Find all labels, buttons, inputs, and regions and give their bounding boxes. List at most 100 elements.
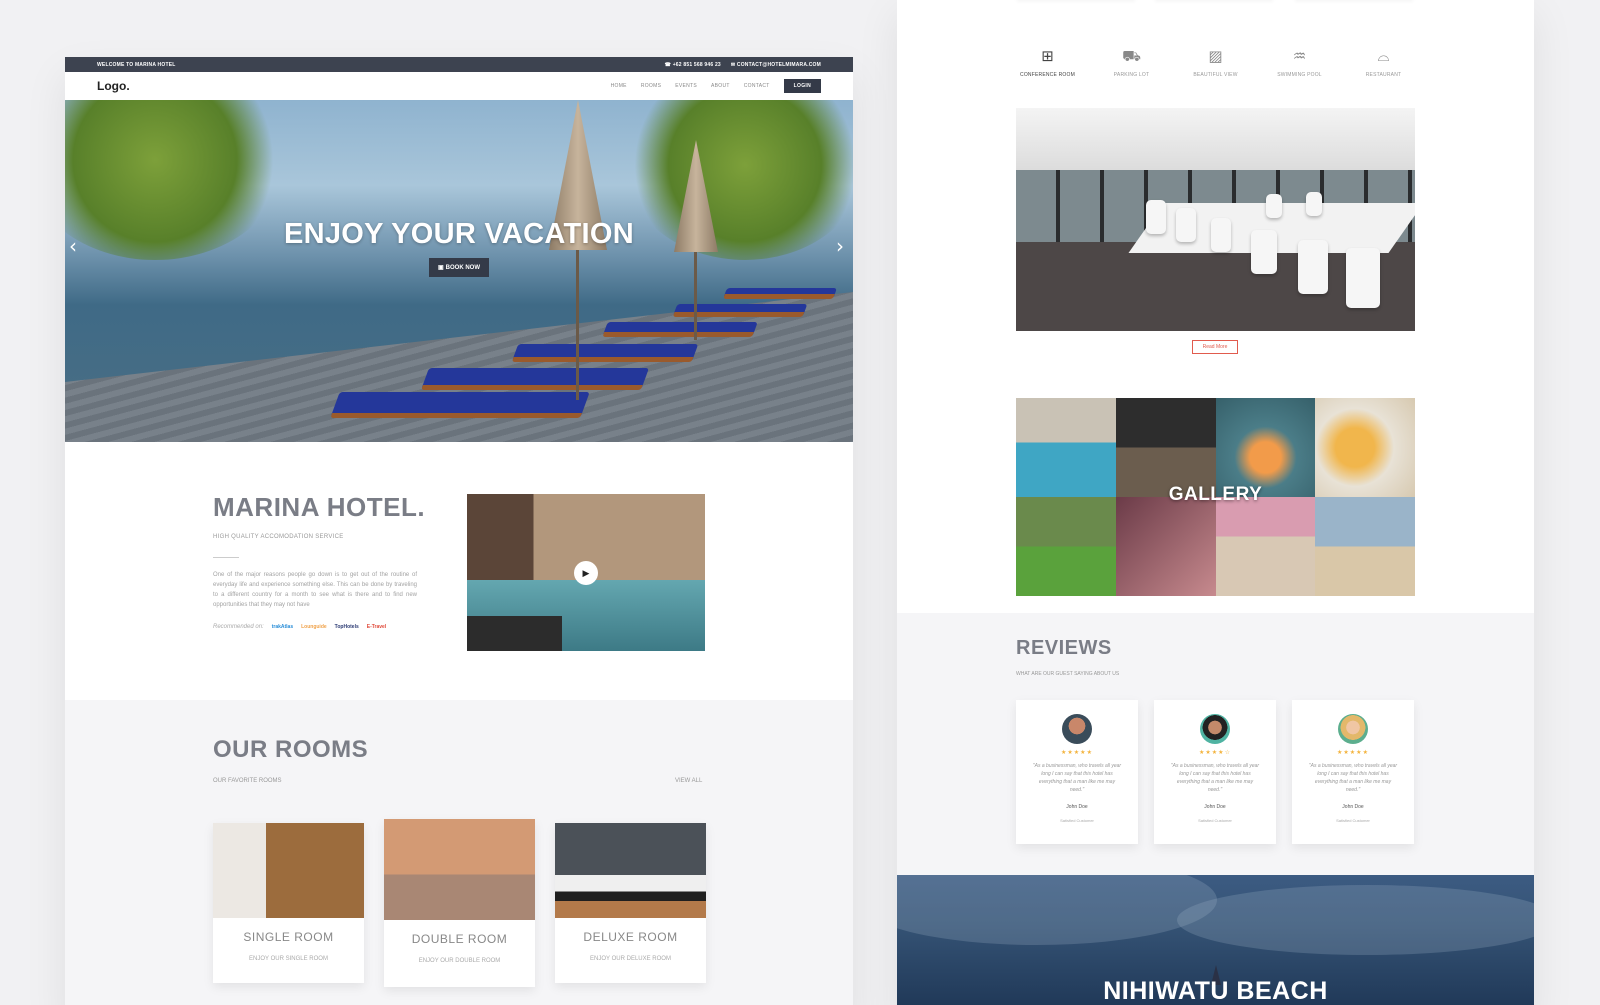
star-rating-icon: ★★★★★ — [1337, 749, 1369, 756]
room-image — [213, 823, 364, 918]
rooms-title: OUR ROOMS — [213, 736, 369, 763]
beach-title: NIHIWATU BEACH — [1103, 977, 1328, 1005]
nav-home[interactable]: HOME — [611, 83, 627, 89]
chair — [1346, 248, 1380, 308]
hotel-video[interactable]: ▶ — [467, 494, 705, 651]
reviewer-role: Satisfied Customer — [1198, 818, 1232, 823]
partner-logo[interactable]: TopHotels — [335, 624, 359, 630]
review-card: ★★★★★ "As a businessman, who travels all… — [1016, 700, 1138, 844]
play-icon[interactable]: ▶ — [574, 561, 598, 585]
room-title: SINGLE ROOM — [243, 930, 334, 944]
cloud — [897, 875, 1217, 945]
chair — [1251, 230, 1277, 274]
chair — [1306, 192, 1322, 216]
gallery-tile — [1215, 398, 1316, 497]
room-card-single[interactable]: SINGLE ROOM ENJOY OUR SINGLE ROOM — [213, 823, 364, 983]
reviews-subtitle: WHAT ARE OUR GUEST SAYING ABOUT US — [1016, 671, 1120, 677]
room-title: DELUXE ROOM — [583, 930, 678, 944]
view-all-link[interactable]: VIEW ALL — [675, 778, 702, 784]
reviewer-name: John Doe — [1342, 804, 1364, 810]
top-info-bar: WELCOME TO MARINA HOTEL ☎ +62 851 568 94… — [65, 57, 853, 72]
contact-info: ☎ +62 851 568 946 23 ✉ CONTACT@HOTELMIMA… — [665, 62, 821, 68]
lounger-image — [330, 392, 590, 418]
lounger-image — [722, 288, 838, 299]
partner-logo[interactable]: trakAtlas — [272, 624, 293, 630]
lounger-image — [602, 322, 758, 337]
gallery-tile — [1215, 497, 1316, 596]
room-desc: ENJOY OUR DELUXE ROOM — [590, 956, 671, 962]
gallery-tile — [1016, 398, 1116, 497]
about-body: One of the major reasons people go down … — [213, 572, 417, 608]
amenities-tabs: ⊞ CONFERENCE ROOM ⛟ PARKING LOT ▨ BEAUTI… — [897, 47, 1534, 78]
nav-about[interactable]: ABOUT — [711, 83, 730, 89]
chair — [1146, 200, 1166, 234]
main-navbar: Logo. HOME ROOMS EVENTS ABOUT CONTACT LO… — [65, 72, 853, 100]
room-card-deluxe[interactable]: DELUXE ROOM ENJOY OUR DELUXE ROOM — [555, 823, 706, 983]
site-logo[interactable]: Logo. — [97, 79, 130, 93]
read-more-button[interactable]: Read More — [1192, 340, 1238, 354]
chair — [1298, 240, 1328, 294]
ceiling — [1016, 108, 1415, 171]
tab-label: SWIMMING POOL — [1277, 72, 1322, 78]
room-image — [555, 823, 706, 918]
gallery-tile — [1315, 497, 1415, 596]
tab-swimming-pool[interactable]: ♒ SWIMMING POOL — [1258, 47, 1342, 78]
gallery-title: GALLERY — [1168, 484, 1263, 505]
tab-conference-room[interactable]: ⊞ CONFERENCE ROOM — [1006, 47, 1090, 78]
room-desc: ENJOY OUR SINGLE ROOM — [249, 956, 328, 962]
nav-rooms[interactable]: ROOMS — [641, 83, 661, 89]
tab-label: RESTAURANT — [1365, 72, 1402, 78]
room-image — [384, 819, 535, 920]
gallery-tile — [1115, 497, 1216, 596]
review-card: ★★★★☆ "As a businessman, who travels all… — [1154, 700, 1276, 844]
chair — [1176, 208, 1196, 242]
video-thumbnail-sofa — [467, 616, 563, 651]
review-card: ★★★★★ "As a businessman, who travels all… — [1292, 700, 1414, 844]
avatar — [1200, 714, 1230, 744]
pool-icon: ♒ — [1292, 47, 1307, 65]
partner-logo[interactable]: E-Travel — [367, 624, 386, 630]
about-title: MARINA HOTEL. — [213, 492, 426, 522]
cloud — [1177, 885, 1534, 955]
gallery-tile — [1016, 497, 1116, 596]
tab-restaurant[interactable]: ⌓ RESTAURANT — [1342, 47, 1426, 78]
partner-logo[interactable]: Lounguide — [301, 624, 327, 630]
lounger-image — [672, 304, 808, 317]
avatar — [1062, 714, 1092, 744]
rooms-section: OUR ROOMS OUR FAVORITE ROOMS VIEW ALL SI… — [65, 700, 853, 1005]
hero-slider: ENJOY YOUR VACATION ▣ BOOK NOW ‹ › — [65, 100, 853, 442]
tab-beautiful-view[interactable]: ▨ BEAUTIFUL VIEW — [1174, 47, 1258, 78]
star-rating-icon: ★★★★☆ — [1199, 749, 1231, 756]
divider — [213, 557, 239, 558]
gallery-tile — [1115, 398, 1216, 497]
homepage-mockup-left: WELCOME TO MARINA HOTEL ☎ +62 851 568 94… — [65, 57, 853, 1005]
gallery-grid[interactable]: GALLERY — [1016, 398, 1415, 596]
conference-icon: ⊞ — [1041, 47, 1054, 65]
phone-link[interactable]: ☎ +62 851 568 946 23 — [665, 62, 721, 68]
nav-menu: HOME ROOMS EVENTS ABOUT CONTACT LOGIN — [611, 79, 821, 93]
chevron-right-icon[interactable]: › — [836, 234, 844, 258]
gallery-tile — [1315, 398, 1415, 497]
welcome-text: WELCOME TO MARINA HOTEL — [97, 61, 176, 68]
recommended-label: Recommended on: — [213, 624, 264, 630]
about-subtitle: HIGH QUALITY ACCOMODATION SERVICE — [213, 534, 344, 540]
chair — [1211, 218, 1231, 252]
about-section: MARINA HOTEL. HIGH QUALITY ACCOMODATION … — [65, 442, 853, 700]
nav-events[interactable]: EVENTS — [675, 83, 697, 89]
reviewer-role: Satisfied Customer — [1060, 818, 1094, 823]
email-link[interactable]: ✉ CONTACT@HOTELMIMARA.COM — [731, 62, 821, 68]
login-button[interactable]: LOGIN — [783, 79, 821, 93]
reviewer-role: Satisfied Customer — [1336, 818, 1370, 823]
book-now-button[interactable]: ▣ BOOK NOW — [429, 258, 489, 277]
chair — [1266, 194, 1282, 218]
nav-contact[interactable]: CONTACT — [744, 83, 770, 89]
tab-parking-lot[interactable]: ⛟ PARKING LOT — [1090, 47, 1174, 78]
tab-label: PARKING LOT — [1113, 72, 1150, 78]
restaurant-icon: ⌓ — [1377, 47, 1390, 65]
room-card-double[interactable]: DOUBLE ROOM ENJOY OUR DOUBLE ROOM — [384, 819, 535, 987]
parking-icon: ⛟ — [1122, 47, 1141, 65]
chevron-left-icon[interactable]: ‹ — [69, 234, 77, 258]
conference-room-image — [1016, 108, 1415, 331]
reviewer-name: John Doe — [1204, 804, 1226, 810]
avatar — [1338, 714, 1368, 744]
